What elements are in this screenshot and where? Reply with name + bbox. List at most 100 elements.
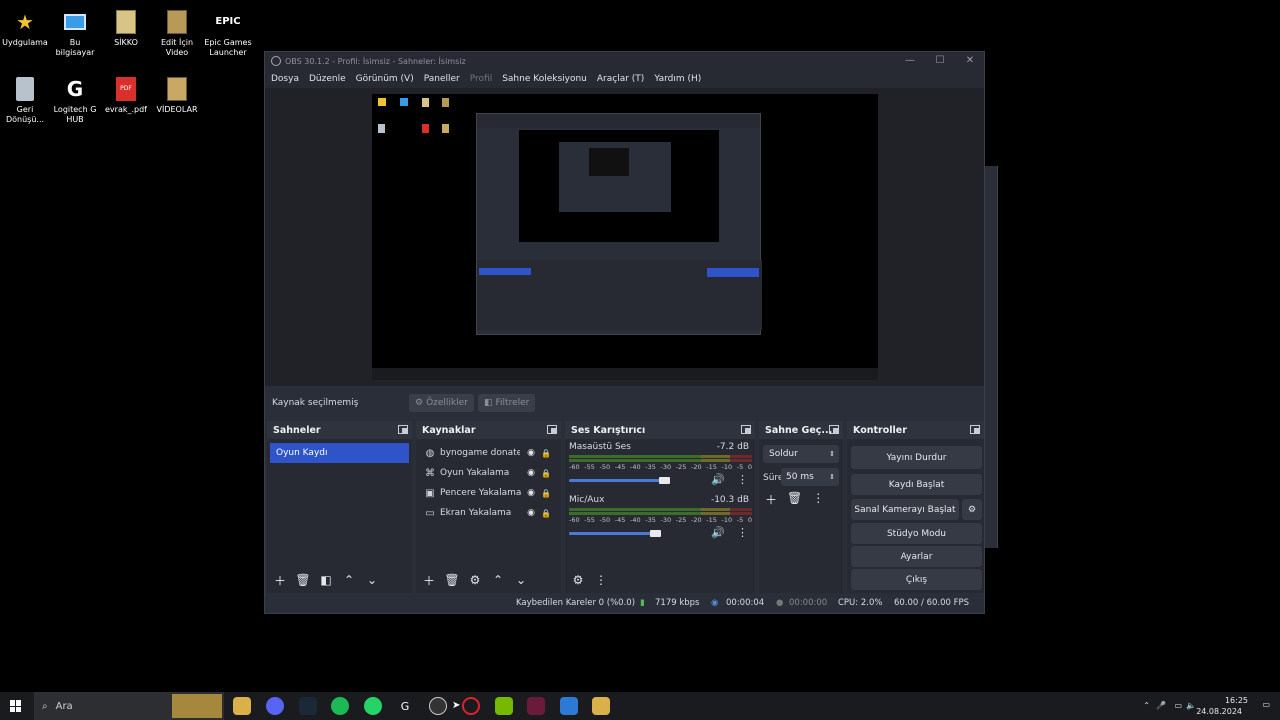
studio-mode-button[interactable]: Stüdyo Modu <box>851 523 982 544</box>
eye-icon[interactable]: ◉ <box>527 488 535 498</box>
source-item[interactable]: ⌘ Oyun Yakalama ◉ 🔒 <box>416 463 561 483</box>
move-up-icon[interactable]: ⌃ <box>489 571 507 589</box>
trash-icon[interactable]: 🗑 <box>294 571 312 589</box>
steam-icon[interactable] <box>299 697 317 715</box>
more-icon[interactable]: ⋮ <box>812 491 824 508</box>
undock-icon[interactable] <box>547 425 557 434</box>
add-icon[interactable]: ＋ <box>271 571 289 589</box>
menu-scene-collection[interactable]: Sahne Koleksiyonu <box>502 74 587 84</box>
desktop-icon-epic-games[interactable]: EPIC Epic Games Launcher <box>203 8 253 58</box>
minimize-icon[interactable]: — <box>903 54 917 68</box>
notification-icon[interactable]: ▭ <box>1262 700 1270 709</box>
desktop-icon-edit-video[interactable]: Edit İçin Video <box>152 8 202 58</box>
nested-taskbar <box>372 368 878 380</box>
app-icon[interactable] <box>527 697 545 715</box>
volume-icon[interactable]: 🔈 <box>1186 701 1196 710</box>
desktop-icon-recycle-bin[interactable]: Geri Dönüşü... <box>0 75 50 125</box>
speaker-icon[interactable]: 🔊 <box>711 473 725 486</box>
filters-button[interactable]: ◧ Filtreler <box>478 394 536 412</box>
obs-icon[interactable] <box>429 697 447 715</box>
desktop-icon-this-pc[interactable]: Bu bilgisayar <box>50 8 100 58</box>
monitor-icon: ▭ <box>425 507 435 519</box>
lock-icon[interactable]: 🔒 <box>541 469 551 478</box>
microphone-icon[interactable]: 🎤 <box>1156 701 1166 710</box>
transition-select[interactable]: Soldur ⇕ <box>763 445 839 463</box>
menu-view[interactable]: Görünüm (V) <box>356 74 414 84</box>
network-icon[interactable]: ▭ <box>1174 701 1182 710</box>
start-recording-button[interactable]: Kaydı Başlat <box>851 474 982 495</box>
desktop-icon-videolar[interactable]: VİDEOLAR <box>152 75 202 115</box>
start-virtual-camera-button[interactable]: Sanal Kamerayı Başlat <box>851 499 959 520</box>
gear-icon[interactable]: ⚙ <box>466 571 484 589</box>
trash-icon[interactable]: 🗑 <box>787 491 802 508</box>
menu-tools[interactable]: Araçlar (T) <box>597 74 644 84</box>
scene-filters-icon[interactable]: ◧ <box>317 571 335 589</box>
move-down-icon[interactable]: ⌄ <box>512 571 530 589</box>
desktop-icon-pdf[interactable]: PDF evrak_.pdf <box>101 75 151 115</box>
undock-icon[interactable] <box>970 425 980 434</box>
nvidia-icon[interactable] <box>495 697 513 715</box>
opera-icon[interactable] <box>462 697 480 715</box>
more-icon[interactable]: ⋮ <box>737 473 748 486</box>
scene-item[interactable]: Oyun Kaydı <box>270 443 409 463</box>
app-icon[interactable] <box>560 697 578 715</box>
chevron-up-icon[interactable]: ⌃ <box>1143 701 1150 710</box>
add-icon[interactable]: ＋ <box>420 571 438 589</box>
volume-slider[interactable] <box>569 477 705 484</box>
close-icon[interactable]: ✕ <box>963 54 977 68</box>
volume-slider[interactable] <box>569 530 705 537</box>
discord-icon[interactable] <box>266 697 284 715</box>
more-icon[interactable]: ⋮ <box>592 571 610 589</box>
taskbar-search[interactable]: ⌕ Ara <box>34 692 224 720</box>
file-explorer-icon[interactable] <box>233 697 251 715</box>
lock-icon[interactable]: 🔒 <box>541 509 551 518</box>
add-icon[interactable]: ＋ <box>765 491 777 508</box>
desktop-icon-sikko[interactable]: SİKKO <box>101 8 151 48</box>
source-item[interactable]: ◍ bynogame donate s ◉ 🔒 <box>416 443 561 463</box>
windows-start-icon[interactable] <box>10 700 22 712</box>
taskbar: ⌕ Ara G ➤ ⌃ 🎤 ▭ 🔈 16:25 24.08.2024 ▭ <box>0 692 1280 720</box>
source-item[interactable]: ▭ Ekran Yakalama ◉ 🔒 <box>416 503 561 523</box>
logitech-icon[interactable]: G <box>396 697 414 715</box>
maximize-icon[interactable]: ☐ <box>933 54 947 68</box>
menu-edit[interactable]: Düzenle <box>309 74 346 84</box>
app-icon[interactable] <box>592 697 610 715</box>
record-icon: ● <box>776 598 784 608</box>
eye-icon[interactable]: ◉ <box>527 468 535 478</box>
desktop-icon-logitech[interactable]: G Logitech G HUB <box>50 75 100 125</box>
move-up-icon[interactable]: ⌃ <box>340 571 358 589</box>
source-item[interactable]: ▣ Pencere Yakalama ◉ 🔒 <box>416 483 561 503</box>
menu-file[interactable]: Dosya <box>271 74 299 84</box>
duration-input[interactable]: 50 ms ⇕ <box>781 468 839 486</box>
lock-icon[interactable]: 🔒 <box>541 489 551 498</box>
undock-icon[interactable] <box>829 425 839 434</box>
virtual-camera-settings-button[interactable]: ⚙ <box>962 499 982 520</box>
move-down-icon[interactable]: ⌄ <box>363 571 381 589</box>
lock-icon[interactable]: 🔒 <box>541 449 551 458</box>
window-icon: ▣ <box>425 487 435 499</box>
clock-date[interactable]: 24.08.2024 <box>1196 707 1242 716</box>
settings-button[interactable]: Ayarlar <box>851 546 982 567</box>
menu-help[interactable]: Yardım (H) <box>654 74 701 84</box>
trash-icon[interactable]: 🗑 <box>443 571 461 589</box>
advanced-audio-icon[interactable]: ⚙ <box>569 571 587 589</box>
preview-area[interactable] <box>265 88 984 386</box>
exit-button[interactable]: Çıkış <box>851 569 982 590</box>
undock-icon[interactable] <box>741 425 751 434</box>
speaker-icon[interactable]: 🔊 <box>711 526 725 539</box>
menu-docks[interactable]: Paneller <box>424 74 460 84</box>
eye-icon[interactable]: ◉ <box>527 508 535 518</box>
stop-streaming-button[interactable]: Yayını Durdur <box>851 446 982 469</box>
status-bar: Kaybedilen Kareler 0 (%0.0) ▮ 7179 kbps … <box>265 593 984 613</box>
eye-icon[interactable]: ◉ <box>527 448 535 458</box>
menu-profile[interactable]: Profil <box>470 74 492 84</box>
properties-button[interactable]: ⚙ Özellikler <box>409 394 474 412</box>
stepper-icon[interactable]: ⇕ <box>829 473 835 481</box>
preview-canvas[interactable] <box>372 94 878 380</box>
desktop-icon-uydgulama[interactable]: ★ Uydgulama <box>0 8 50 48</box>
clock-time[interactable]: 16:25 <box>1225 696 1248 705</box>
undock-icon[interactable] <box>398 425 408 434</box>
more-icon[interactable]: ⋮ <box>737 526 748 539</box>
spotify-icon[interactable] <box>331 697 349 715</box>
whatsapp-icon[interactable] <box>364 697 382 715</box>
